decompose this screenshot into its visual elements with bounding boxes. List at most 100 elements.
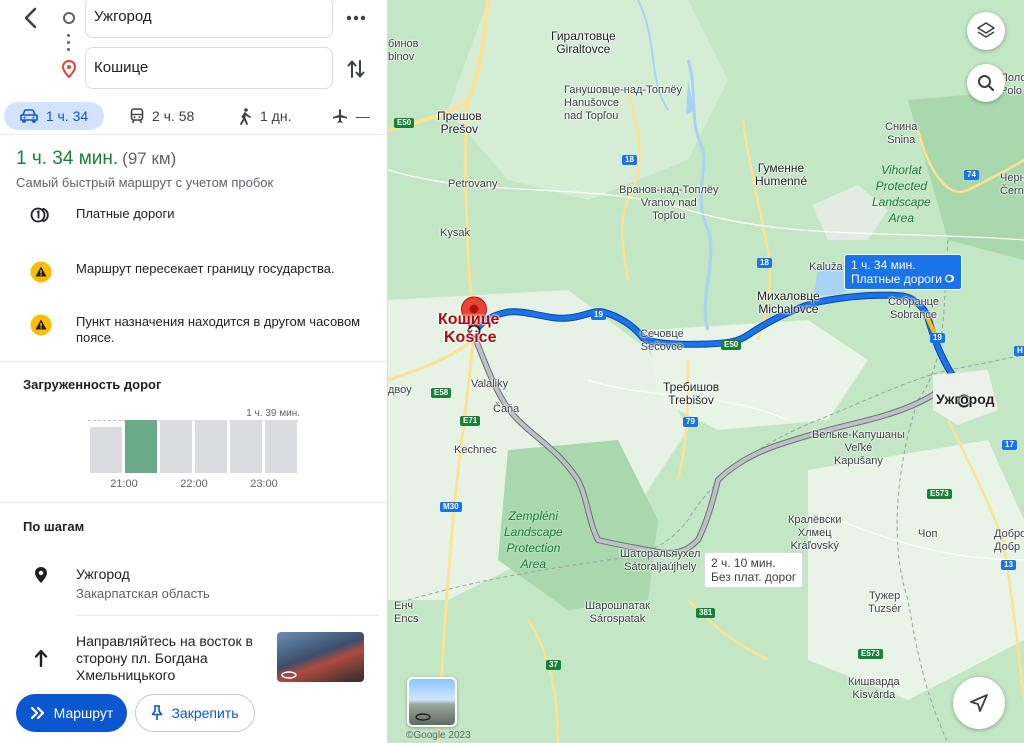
park-label-vihorlat: Vihorlat Protected Landscape Area — [872, 163, 931, 225]
road-shield: 19 — [930, 333, 945, 343]
streetview-360-icon — [415, 713, 431, 721]
traffic-title: Загруженность дорог — [23, 377, 162, 392]
notice-timezone: Пункт назначения находится в другом часо… — [30, 314, 370, 346]
mode-transit-label: 2 ч. 58 — [152, 108, 195, 124]
road-shield: 381 — [696, 608, 716, 618]
layers-button[interactable] — [967, 12, 1005, 50]
town-label: Valaliky — [471, 378, 509, 390]
warning-icon — [30, 261, 52, 283]
traffic-tick-label: 22:00 — [180, 478, 208, 490]
town-label: Черн Čern — [1000, 172, 1024, 197]
pin-icon — [152, 705, 163, 720]
traffic-bar[interactable] — [125, 420, 157, 473]
road-shield: E58 — [431, 388, 452, 398]
route-alt-label[interactable]: 2 ч. 10 мин. Без плат. дорог — [704, 552, 804, 588]
route-main-label[interactable]: 1 ч. 34 мин. Платные дороги — [844, 254, 963, 290]
route-duration: 1 ч. 34 мин. — [16, 148, 119, 169]
origin-input[interactable]: Ужгород — [85, 0, 333, 38]
town-label: Тужер Tuzsér — [868, 590, 902, 615]
divider — [0, 502, 387, 503]
town-label: Чоп — [918, 528, 938, 540]
road-shield: E573 — [858, 649, 883, 659]
town-label: Kysak — [440, 227, 470, 239]
road-shield: 19 — [591, 310, 606, 320]
city-label-uzhhorod: Ужгород — [936, 391, 995, 407]
pin-label: Закрепить — [171, 705, 239, 721]
streetview-button[interactable] — [407, 677, 457, 727]
more-options-button[interactable] — [344, 6, 368, 30]
mode-car-label: 1 ч. 34 — [45, 108, 89, 124]
map-canvas[interactable]: Кошице Košice Ужгород Гиралтовце Giralto… — [388, 0, 1024, 743]
town-label: Требишов Trebišov — [663, 380, 720, 407]
notice-toll-text: Платные дороги — [76, 206, 175, 221]
town-label: Шарошпатак Sárospatak — [585, 600, 650, 625]
road-shield: 74 — [964, 170, 979, 180]
start-route-button[interactable]: Маршрут — [16, 694, 127, 732]
swap-vert-icon — [347, 60, 365, 78]
town-label: Сечовце Sečovce — [640, 328, 684, 353]
park-label-zempleni: Zempléni Landscape Protection Area — [504, 509, 563, 571]
warning-icon — [30, 314, 52, 336]
navigation-arrows-icon — [30, 706, 44, 720]
mode-walk-label: 1 дн. — [260, 108, 292, 124]
mode-walk-tab[interactable]: 1 дн. — [226, 102, 303, 130]
road-shield: E573 — [927, 489, 952, 499]
layers-icon — [977, 22, 995, 38]
streetview-360-icon — [281, 671, 297, 679]
search-button[interactable] — [967, 64, 1005, 102]
notice-toll: Платные дороги — [30, 206, 370, 224]
mode-transit-tab[interactable]: 2 ч. 58 — [118, 102, 206, 130]
traffic-bar[interactable] — [195, 420, 227, 473]
destination-pin-icon — [61, 59, 77, 83]
step-streetview-thumbnail[interactable] — [277, 632, 364, 682]
traffic-bar[interactable] — [90, 427, 122, 473]
route-main-toll-text: Платные дороги — [851, 272, 942, 286]
destination-input[interactable]: Кошице — [85, 47, 333, 89]
town-label: Вранов-над-Топлёу Vranov nad Topľou — [619, 184, 719, 222]
divider — [76, 615, 378, 616]
route-distance: (97 км) — [122, 149, 177, 168]
back-button[interactable] — [16, 4, 44, 32]
arrow-back-icon — [24, 7, 37, 29]
route-main-toll: Платные дороги — [851, 272, 955, 286]
town-label: Кишварда Kisvárda — [848, 676, 900, 701]
route-alt-duration: 2 ч. 10 мин. — [711, 556, 776, 570]
my-location-button[interactable] — [953, 677, 1005, 729]
town-label: Вельке-Капушаны Veľké Kapušany — [812, 429, 905, 467]
start-route-label: Маршрут — [53, 705, 114, 721]
road-shield: 13 — [1001, 560, 1016, 570]
road-shield: 79 — [683, 417, 698, 427]
traffic-bar[interactable] — [230, 420, 262, 473]
traffic-bar[interactable] — [265, 420, 297, 473]
town-label: бинов binov — [388, 38, 419, 63]
mode-flight-label: — — [356, 108, 370, 124]
step-item[interactable]: Ужгород Закарпатская область — [28, 566, 378, 602]
toll-icon — [30, 207, 49, 223]
more-horiz-icon — [346, 15, 366, 21]
step-title: Направляйтесь на восток в сторону пл. Бо… — [76, 633, 253, 683]
town-label: Petrovany — [448, 178, 498, 190]
map-copyright: ©Google 2023 — [406, 730, 471, 741]
town-label: Прешов Prešov — [437, 109, 482, 136]
city-label-kosice: Кошице Košice — [438, 311, 499, 347]
road-shield: 37 — [546, 660, 561, 670]
mode-flight-tab[interactable]: — — [320, 102, 382, 130]
swap-button[interactable] — [344, 55, 368, 83]
traffic-bar[interactable] — [160, 420, 192, 473]
road-shield: E71 — [460, 416, 481, 426]
origin-icon — [63, 12, 75, 24]
place-icon — [35, 567, 47, 583]
search-icon — [978, 75, 995, 92]
travel-modes: 1 ч. 34 2 ч. 58 1 дн. — — [0, 100, 387, 134]
town-label: Гиралтовце Giraltovce — [551, 29, 616, 56]
pin-button[interactable]: Закрепить — [135, 694, 255, 732]
road-shield: E50 — [721, 340, 742, 350]
mode-car-tab[interactable]: 1 ч. 34 — [4, 102, 104, 130]
town-label: Михаловце Michalovce — [757, 289, 820, 316]
notice-border-text: Маршрут пересекает границу государства. — [76, 261, 335, 276]
divider — [0, 134, 387, 135]
route-alt-note: Без плат. дорог — [711, 570, 797, 584]
step-title: Ужгород — [76, 566, 130, 582]
route-endpoints — [60, 8, 78, 88]
city-name-sk: Košice — [444, 329, 497, 346]
